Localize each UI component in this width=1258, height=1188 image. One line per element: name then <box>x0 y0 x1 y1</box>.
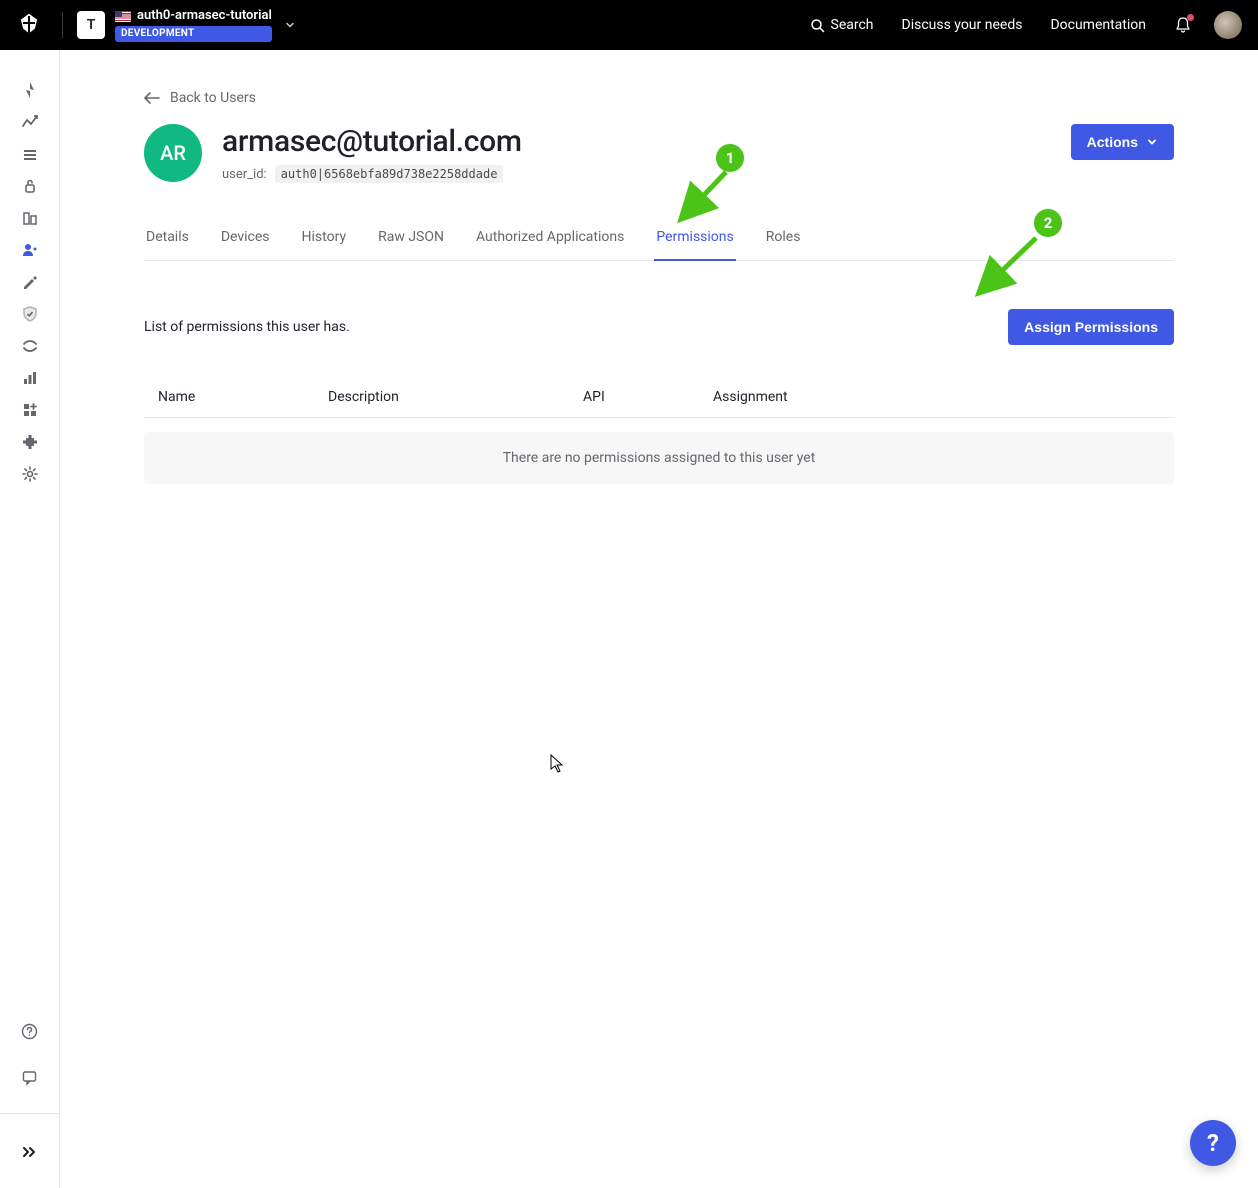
user-avatar: AR <box>144 124 202 182</box>
tabs: Details Devices History Raw JSON Authori… <box>144 219 1174 261</box>
nav-security-icon[interactable] <box>20 304 40 324</box>
sidebar-expand-button[interactable] <box>20 1140 40 1164</box>
documentation-link[interactable]: Documentation <box>1050 17 1146 33</box>
nav-actions-icon[interactable] <box>20 336 40 356</box>
actions-button[interactable]: Actions <box>1071 124 1174 160</box>
tab-history[interactable]: History <box>300 219 349 261</box>
annotation-badge-1: 1 <box>716 144 744 172</box>
nav-extensions-icon[interactable] <box>20 432 40 452</box>
nav-organizations-icon[interactable] <box>20 208 40 228</box>
search-link[interactable]: Search <box>810 17 874 33</box>
nav-monitoring-icon[interactable] <box>20 368 40 388</box>
sidebar-divider <box>0 1113 59 1114</box>
help-fab-button[interactable]: ? <box>1190 1120 1236 1166</box>
permissions-table: Name Description API Assignment There ar… <box>144 377 1174 484</box>
back-to-users-link[interactable]: Back to Users <box>144 90 1174 106</box>
main-content: Back to Users AR armasec@tutorial.com us… <box>60 50 1258 1188</box>
us-flag-icon <box>115 11 131 22</box>
documentation-label: Documentation <box>1050 17 1146 33</box>
column-name: Name <box>158 389 328 405</box>
arrow-left-icon <box>144 92 160 104</box>
user-id-value: auth0|6568ebfa89d738e2258ddade <box>275 165 504 183</box>
column-assignment: Assignment <box>713 389 1160 405</box>
environment-badge: DEVELOPMENT <box>115 26 272 42</box>
back-link-label: Back to Users <box>170 90 256 106</box>
auth0-logo[interactable] <box>16 12 42 38</box>
tab-raw-json[interactable]: Raw JSON <box>376 219 446 261</box>
tenant-selector[interactable]: auth0-armasec-tutorial DEVELOPMENT <box>115 8 272 42</box>
annotation-badge-2: 2 <box>1034 209 1062 237</box>
topbar: T auth0-armasec-tutorial DEVELOPMENT Sea… <box>0 0 1258 50</box>
topbar-divider <box>62 12 63 38</box>
tab-authorized-applications[interactable]: Authorized Applications <box>474 219 626 261</box>
column-description: Description <box>328 389 583 405</box>
user-email: armasec@tutorial.com <box>222 124 522 159</box>
tab-details[interactable]: Details <box>144 219 191 261</box>
permissions-description: List of permissions this user has. <box>144 319 350 335</box>
tenant-name: auth0-armasec-tutorial <box>137 8 272 24</box>
nav-marketplace-icon[interactable] <box>20 400 40 420</box>
tab-devices[interactable]: Devices <box>219 219 272 261</box>
nav-branding-icon[interactable] <box>20 272 40 292</box>
sidebar <box>0 50 60 1188</box>
search-label: Search <box>831 17 874 33</box>
permissions-empty-state: There are no permissions assigned to thi… <box>144 432 1174 484</box>
search-icon <box>810 18 825 33</box>
user-header: AR armasec@tutorial.com user_id: auth0|6… <box>144 124 1174 183</box>
notification-dot-icon <box>1187 14 1194 21</box>
tab-roles[interactable]: Roles <box>764 219 803 261</box>
nav-user-management-icon[interactable] <box>20 240 40 260</box>
discuss-label: Discuss your needs <box>902 17 1023 33</box>
user-id-label: user_id: <box>222 167 267 182</box>
assign-permissions-button[interactable]: Assign Permissions <box>1008 309 1174 345</box>
chevron-down-icon <box>1146 136 1158 148</box>
tenant-initial-badge[interactable]: T <box>77 11 105 39</box>
nav-feedback-icon[interactable] <box>20 1067 40 1087</box>
nav-getting-started-icon[interactable] <box>20 80 40 100</box>
permissions-header-row: List of permissions this user has. Assig… <box>144 309 1174 345</box>
nav-activity-icon[interactable] <box>20 112 40 132</box>
tab-permissions[interactable]: Permissions <box>654 219 735 261</box>
actions-button-label: Actions <box>1087 134 1138 150</box>
nav-settings-icon[interactable] <box>20 464 40 484</box>
permissions-table-header: Name Description API Assignment <box>144 377 1174 418</box>
nav-help-icon[interactable] <box>20 1021 40 1041</box>
nav-applications-icon[interactable] <box>20 144 40 164</box>
nav-authentication-icon[interactable] <box>20 176 40 196</box>
notifications-button[interactable] <box>1174 16 1192 34</box>
column-api: API <box>583 389 713 405</box>
tenant-chevron-icon[interactable] <box>284 19 296 31</box>
account-avatar[interactable] <box>1214 11 1242 39</box>
discuss-link[interactable]: Discuss your needs <box>902 17 1023 33</box>
